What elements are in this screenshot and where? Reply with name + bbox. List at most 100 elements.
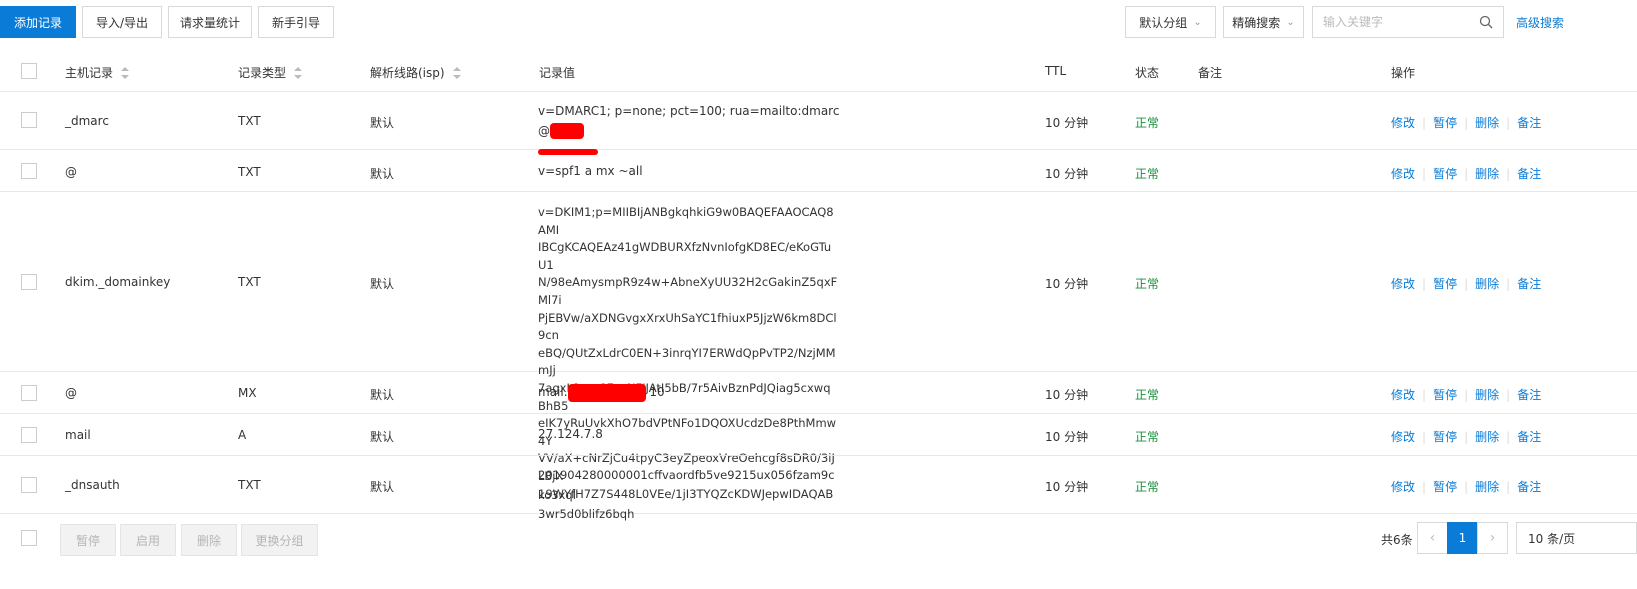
- host-cell: @: [65, 165, 77, 179]
- redaction-mark: [567, 383, 646, 402]
- pause-link[interactable]: 暂停: [1433, 165, 1457, 182]
- delete-link[interactable]: 删除: [1475, 275, 1499, 292]
- type-cell: TXT: [238, 165, 261, 179]
- row-actions: 修改 | 暂停 | 删除 | 备注: [1391, 275, 1541, 292]
- status-badge: 正常: [1135, 480, 1160, 494]
- line-cell: 默认: [370, 388, 395, 402]
- request-stats-button[interactable]: 请求量统计: [168, 6, 252, 38]
- ttl-cell: 10 分钟: [1045, 277, 1089, 291]
- row-checkbox[interactable]: [21, 477, 37, 493]
- ttl-cell: 10 分钟: [1045, 167, 1089, 181]
- row-checkbox[interactable]: [21, 163, 37, 179]
- divider: |: [1506, 429, 1511, 444]
- ttl-cell: 10 分钟: [1045, 388, 1089, 402]
- value-line: IBCgKCAQEAz41gWDBURXfzNvnIofgKD8EC/eKoGT…: [538, 240, 832, 272]
- type-cell: TXT: [238, 114, 261, 128]
- delete-link[interactable]: 删除: [1475, 114, 1499, 131]
- divider: |: [1422, 387, 1427, 402]
- sort-icon[interactable]: [452, 66, 461, 79]
- remark-link[interactable]: 备注: [1517, 114, 1541, 131]
- prev-page-button[interactable]: ‹: [1417, 522, 1448, 554]
- status-badge: 正常: [1135, 167, 1160, 181]
- row-checkbox[interactable]: [21, 112, 37, 128]
- table-row: @ TXT 默认 v=spf1 a mx ~all 10 分钟 正常 修改 | 暂…: [0, 150, 1637, 192]
- header-line[interactable]: 解析线路(isp): [370, 64, 461, 81]
- page-size-select[interactable]: 10 条/页: [1516, 522, 1637, 554]
- sort-icon[interactable]: [294, 66, 303, 79]
- ttl-cell: 10 分钟: [1045, 480, 1089, 494]
- delete-link[interactable]: 删除: [1475, 386, 1499, 403]
- search-mode-select[interactable]: 精确搜索 ⌄: [1223, 6, 1304, 38]
- row-actions: 修改 | 暂停 | 删除 | 备注: [1391, 478, 1541, 495]
- pause-link[interactable]: 暂停: [1433, 428, 1457, 445]
- toolbar: 添加记录 导入/导出 请求量统计 新手引导 默认分组 ⌄ 精确搜索 ⌄ 高级搜索: [0, 0, 1637, 46]
- ttl-cell: 10 分钟: [1045, 116, 1089, 130]
- bulk-enable-button[interactable]: 启用: [120, 524, 176, 556]
- divider: |: [1422, 166, 1427, 181]
- header-ttl: TTL: [1045, 64, 1067, 78]
- edit-link[interactable]: 修改: [1391, 386, 1415, 403]
- header-type-label: 记录类型: [238, 66, 287, 80]
- pause-link[interactable]: 暂停: [1433, 114, 1457, 131]
- mx-priority: 10: [649, 385, 665, 399]
- edit-link[interactable]: 修改: [1391, 478, 1415, 495]
- divider: |: [1464, 166, 1469, 181]
- row-actions: 修改 | 暂停 | 删除 | 备注: [1391, 114, 1541, 131]
- search-input[interactable]: [1323, 15, 1479, 29]
- bulk-delete-button[interactable]: 删除: [181, 524, 237, 556]
- status-badge: 正常: [1135, 277, 1160, 291]
- pause-link[interactable]: 暂停: [1433, 478, 1457, 495]
- select-all-checkbox[interactable]: [21, 530, 37, 546]
- edit-link[interactable]: 修改: [1391, 428, 1415, 445]
- header-host[interactable]: 主机记录: [65, 64, 130, 81]
- table-header: 主机记录 记录类型 解析线路(isp) 记录值 TTL 状态 备注 操作: [0, 52, 1637, 92]
- divider: |: [1506, 479, 1511, 494]
- search-mode-label: 精确搜索: [1232, 15, 1281, 30]
- delete-link[interactable]: 删除: [1475, 428, 1499, 445]
- pause-link[interactable]: 暂停: [1433, 275, 1457, 292]
- chevron-right-icon: ›: [1489, 530, 1496, 546]
- header-type[interactable]: 记录类型: [238, 64, 303, 81]
- remark-link[interactable]: 备注: [1517, 428, 1541, 445]
- group-select[interactable]: 默认分组 ⌄: [1125, 6, 1216, 38]
- redaction-mark: [550, 123, 584, 139]
- value-line: v=DKIM1;p=MIIBIjANBgkqhkiG9w0BAQEFAAOCAQ…: [538, 205, 834, 237]
- host-cell: _dmarc: [65, 114, 109, 128]
- advanced-search-link[interactable]: 高级搜索: [1516, 14, 1564, 31]
- value-text: 27.124.7.8: [538, 427, 603, 441]
- row-checkbox[interactable]: [21, 427, 37, 443]
- line-cell: 默认: [370, 430, 395, 444]
- type-cell: A: [238, 428, 247, 442]
- delete-link[interactable]: 删除: [1475, 165, 1499, 182]
- host-cell: mail: [65, 428, 91, 442]
- status-badge: 正常: [1135, 430, 1160, 444]
- remark-link[interactable]: 备注: [1517, 275, 1541, 292]
- row-checkbox[interactable]: [21, 385, 37, 401]
- sort-icon[interactable]: [121, 66, 130, 79]
- change-group-button[interactable]: 更换分组: [241, 524, 318, 556]
- edit-link[interactable]: 修改: [1391, 275, 1415, 292]
- type-cell: TXT: [238, 478, 261, 492]
- remark-link[interactable]: 备注: [1517, 478, 1541, 495]
- bulk-pause-button[interactable]: 暂停: [60, 524, 116, 556]
- value-line: N/98eAmysmpR9z4w+AbneXyUU32H2cGakinZ5qxF…: [538, 275, 838, 307]
- edit-link[interactable]: 修改: [1391, 114, 1415, 131]
- row-checkbox[interactable]: [21, 274, 37, 290]
- table-row: @ MX 默认 mail. 10 10 分钟 正常 修改 | 暂停 | 删除 | 备注: [0, 372, 1637, 414]
- value-text: v=spf1 a mx ~all: [538, 164, 643, 178]
- import-export-button[interactable]: 导入/导出: [82, 6, 162, 38]
- select-all-checkbox[interactable]: [21, 63, 37, 79]
- remark-link[interactable]: 备注: [1517, 386, 1541, 403]
- delete-link[interactable]: 删除: [1475, 478, 1499, 495]
- edit-link[interactable]: 修改: [1391, 165, 1415, 182]
- divider: |: [1464, 387, 1469, 402]
- add-record-button[interactable]: 添加记录: [0, 6, 76, 38]
- page-number-button[interactable]: 1: [1447, 522, 1478, 554]
- beginner-guide-button[interactable]: 新手引导: [258, 6, 334, 38]
- pause-link[interactable]: 暂停: [1433, 386, 1457, 403]
- group-select-label: 默认分组: [1139, 15, 1188, 30]
- search-icon[interactable]: [1479, 15, 1493, 29]
- remark-link[interactable]: 备注: [1517, 165, 1541, 182]
- chevron-down-icon: ⌄: [1286, 16, 1295, 28]
- next-page-button[interactable]: ›: [1477, 522, 1508, 554]
